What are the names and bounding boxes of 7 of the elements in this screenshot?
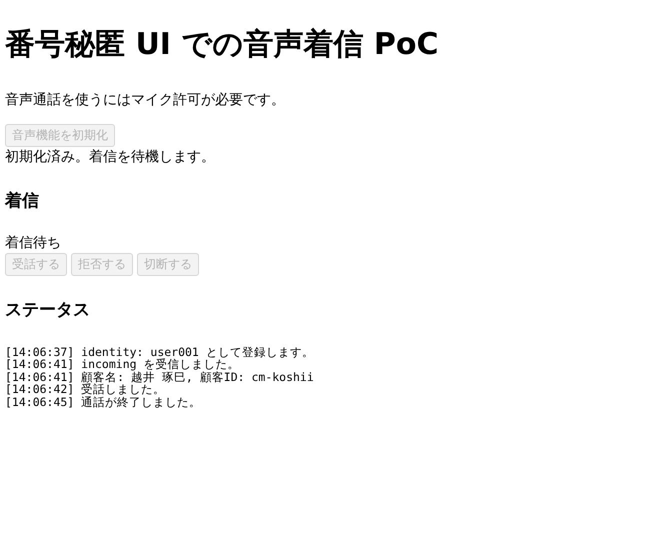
init-status-text: 初期化済み。着信を待機します。: [5, 148, 216, 167]
page-title: 番号秘匿 UI での音声着信 PoC: [5, 26, 440, 64]
intro-text: 音声通話を使うにはマイク許可が必要です。: [5, 91, 286, 110]
incoming-heading: 着信: [5, 190, 40, 213]
status-log: [14:06:37] identity: user001 として登録します。 [14:06:41] incoming を受信しました。 [14:06:41] 顧客名: 越井 琢巳, 顧客ID: cm-koshii [14:06:42] 受話しました。 [14:06:45] 通話が終了しました。: [5, 346, 315, 408]
call-status-text: 着信待ち: [5, 234, 62, 253]
status-heading: ステータス: [5, 299, 91, 322]
